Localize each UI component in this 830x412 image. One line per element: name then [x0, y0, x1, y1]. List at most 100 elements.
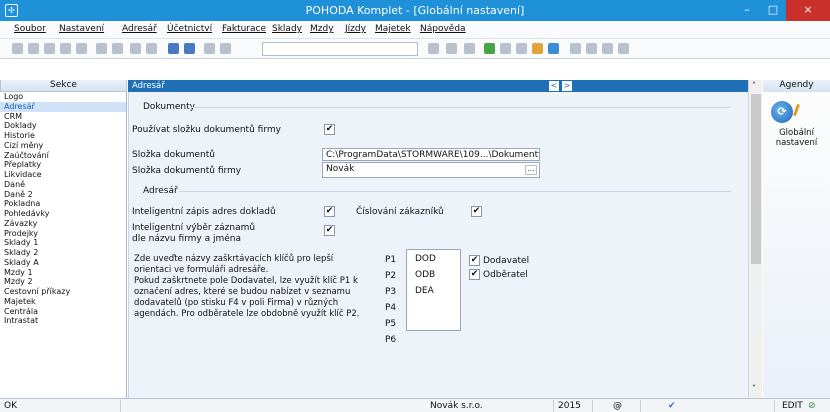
sekce-item[interactable]: Mzdy 1 — [0, 268, 126, 278]
sekce-item[interactable]: Závazky — [0, 219, 126, 229]
key-value-p3[interactable]: DEA — [415, 286, 434, 296]
numbering-label: Číslování zákazníků — [356, 207, 444, 217]
document-icon[interactable] — [204, 43, 215, 54]
sekce-item[interactable]: CRM — [0, 112, 126, 122]
menu-jizdy[interactable]: Jízdy — [345, 24, 366, 34]
status-separator — [120, 400, 121, 412]
close-button[interactable]: × — [786, 0, 830, 21]
menu-majetek[interactable]: Majetek — [375, 24, 411, 34]
undo-icon[interactable] — [96, 43, 107, 54]
sekce-item[interactable]: Doklady — [0, 121, 126, 131]
key-label-p3: P3 — [385, 287, 397, 297]
sekce-item[interactable]: Likvidace — [0, 170, 126, 180]
scroll-thumb[interactable] — [751, 94, 761, 264]
odberatel-checkbox[interactable]: ✔ — [469, 269, 480, 280]
help-text: Zde uveďte názvy zaškrtávacích klíčů pro… — [134, 254, 369, 320]
sekce-item[interactable]: Cestovní příkazy — [0, 287, 126, 297]
sekce-item[interactable]: Daně — [0, 180, 126, 190]
sekce-item[interactable]: Pohledávky — [0, 209, 126, 219]
save-icon[interactable] — [168, 43, 179, 54]
scroll-up-icon[interactable]: ˄ — [752, 81, 756, 90]
sekce-item[interactable]: Přeplatky — [0, 160, 126, 170]
sekce-item[interactable]: Daně 2 — [0, 190, 126, 200]
menu-nastaveni[interactable]: Nastavení — [59, 24, 104, 34]
sekce-item[interactable]: Prodejky — [0, 229, 126, 239]
calendar-icon[interactable] — [516, 43, 527, 54]
folder-path-field[interactable]: C:\ProgramData\STORMWARE\109...\Dokument… — [322, 148, 540, 161]
edit-icon[interactable] — [112, 43, 123, 54]
sekce-header: Sekce — [0, 80, 127, 92]
remove-icon[interactable] — [146, 43, 157, 54]
scroll-down-icon[interactable]: ˅ — [752, 384, 756, 393]
agenda-label-line2[interactable]: nastavení — [763, 138, 830, 148]
users-icon[interactable] — [532, 43, 543, 54]
sekce-item[interactable]: Majetek — [0, 297, 126, 307]
minimize-button[interactable]: – — [734, 0, 760, 21]
sekce-item[interactable]: Intrastat — [0, 316, 126, 326]
sekce-item[interactable]: Sklady 1 — [0, 238, 126, 248]
menu-napoveda[interactable]: Nápověda — [420, 24, 466, 34]
status-bar: OK Novák s.r.o. 2015 @ ✔ EDIT ⊘ — [0, 398, 830, 412]
sekce-item[interactable]: Historie — [0, 131, 126, 141]
report-icon[interactable] — [500, 43, 511, 54]
menu-soubor[interactable]: Soubor — [14, 24, 46, 34]
grid-icon[interactable] — [570, 43, 581, 54]
smart-select-label-2: dle názvu firmy a jména — [132, 234, 242, 244]
sekce-item[interactable]: Adresář — [0, 101, 126, 112]
green-action-icon[interactable] — [484, 43, 495, 54]
save-all-icon[interactable] — [184, 43, 195, 54]
menu-adresar[interactable]: Adresář — [122, 24, 157, 34]
folder-icon[interactable] — [464, 43, 475, 54]
maximize-button[interactable]: □ — [760, 0, 786, 21]
copy-record-icon[interactable] — [28, 43, 39, 54]
list-icon[interactable] — [586, 43, 597, 54]
browse-button[interactable]: ... — [525, 165, 537, 175]
company-name: Novák s.r.o. — [430, 401, 483, 411]
status-separator — [774, 400, 775, 412]
copy-icon[interactable] — [220, 43, 231, 54]
sekce-list[interactable]: Logo Adresář CRM Doklady Historie Cizí měny Za… — [0, 92, 127, 398]
filter-icon[interactable] — [60, 43, 71, 54]
smart-select-checkbox[interactable]: ✔ — [324, 225, 335, 236]
key-value-p1[interactable]: DOD — [415, 254, 436, 264]
sekce-item[interactable]: Centrála — [0, 307, 126, 317]
toolbar — [0, 39, 830, 59]
sekce-item[interactable]: Pokladna — [0, 199, 126, 209]
help-icon[interactable] — [618, 43, 629, 54]
clear-filter-icon[interactable] — [446, 43, 457, 54]
sekce-item[interactable]: Sklady 2 — [0, 248, 126, 258]
sekce-item[interactable]: Zaúčtování — [0, 151, 126, 161]
status-separator — [640, 400, 641, 412]
nav-next-button[interactable]: > — [562, 81, 572, 91]
use-folder-checkbox[interactable]: ✔ — [324, 124, 335, 135]
sekce-item[interactable]: Mzdy 2 — [0, 277, 126, 287]
menu-mzdy[interactable]: Mzdy — [310, 24, 334, 34]
keys-list[interactable]: DOD ODB DEA — [406, 249, 461, 331]
numbering-checkbox[interactable]: ✔ — [471, 206, 482, 217]
sekce-item[interactable]: Sklady A — [0, 258, 126, 268]
dropdown-icon[interactable] — [428, 43, 439, 54]
smart-address-checkbox[interactable]: ✔ — [324, 206, 335, 217]
key-value-p2[interactable]: ODB — [415, 270, 435, 280]
new-record-icon[interactable] — [12, 43, 23, 54]
vertical-scrollbar[interactable]: ˄ ˅ — [748, 80, 762, 398]
menu-fakturace[interactable]: Fakturace — [222, 24, 266, 34]
ban-icon[interactable] — [548, 43, 559, 54]
sekce-item[interactable]: Logo — [0, 92, 126, 102]
dodavatel-checkbox[interactable]: ✔ — [469, 255, 480, 266]
nav-prev-button[interactable]: < — [549, 81, 559, 91]
print-icon[interactable] — [76, 43, 87, 54]
global-settings-icon[interactable]: ⟳ — [771, 101, 793, 123]
agendy-panel: ⟳ Globální nastavení — [763, 92, 830, 398]
company-folder-field[interactable]: Novák — [322, 162, 540, 178]
quick-search-field[interactable] — [262, 42, 418, 56]
sekce-item[interactable]: Cizí měny — [0, 141, 126, 151]
table-icon[interactable] — [602, 43, 613, 54]
panel-nav-bar: < > — [548, 80, 748, 92]
settings-content: Dokumenty Používat složku dokumentů firm… — [128, 92, 748, 398]
menu-sklady[interactable]: Sklady — [272, 24, 302, 34]
add-icon[interactable] — [130, 43, 141, 54]
menu-ucetnictvi[interactable]: Účetnictví — [167, 24, 212, 34]
delete-record-icon[interactable] — [44, 43, 55, 54]
agenda-label-line1[interactable]: Globální — [763, 128, 830, 138]
